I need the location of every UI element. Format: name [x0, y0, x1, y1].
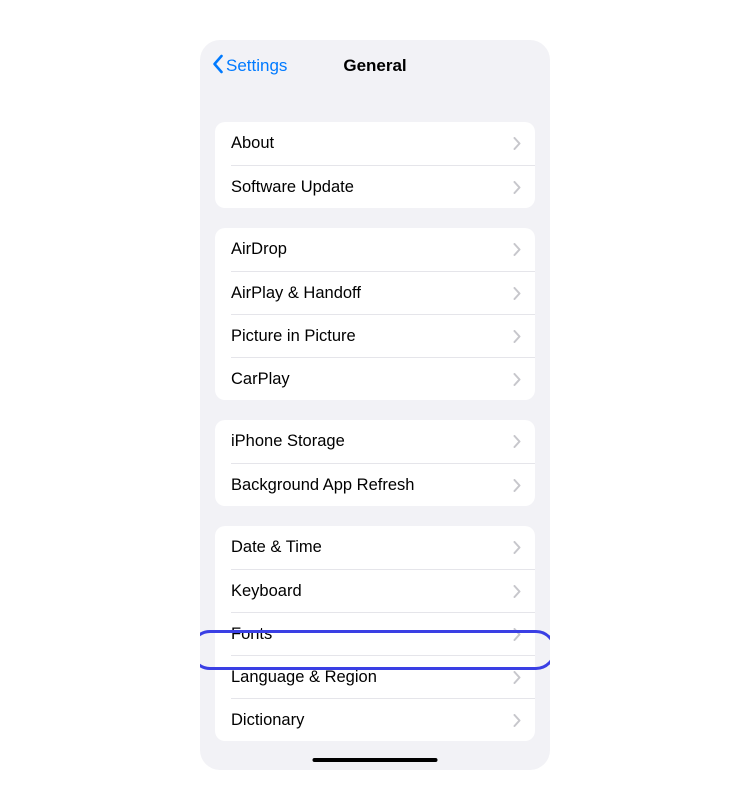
item-label: AirDrop	[231, 240, 287, 259]
chevron-right-icon	[513, 714, 521, 727]
item-language-region[interactable]: Language & Region	[215, 655, 535, 698]
item-iphone-storage[interactable]: iPhone Storage	[215, 420, 535, 463]
chevron-right-icon	[513, 671, 521, 684]
item-carplay[interactable]: CarPlay	[215, 357, 535, 400]
item-airplay-handoff[interactable]: AirPlay & Handoff	[215, 271, 535, 314]
back-button[interactable]: Settings	[212, 54, 287, 79]
item-label: Background App Refresh	[231, 476, 414, 495]
nav-header: Settings General	[200, 40, 550, 92]
item-label: Date & Time	[231, 538, 322, 557]
item-keyboard[interactable]: Keyboard	[215, 569, 535, 612]
chevron-right-icon	[513, 373, 521, 386]
item-fonts[interactable]: Fonts	[215, 612, 535, 655]
settings-general-screen: Settings General About Software Update A…	[200, 40, 550, 770]
item-dictionary[interactable]: Dictionary	[215, 698, 535, 741]
item-airdrop[interactable]: AirDrop	[215, 228, 535, 271]
chevron-left-icon	[212, 54, 224, 79]
item-label: Software Update	[231, 178, 354, 197]
group-storage: iPhone Storage Background App Refresh	[215, 420, 535, 506]
item-label: AirPlay & Handoff	[231, 284, 361, 303]
item-label: Picture in Picture	[231, 327, 356, 346]
chevron-right-icon	[513, 181, 521, 194]
item-label: About	[231, 134, 274, 153]
item-label: Keyboard	[231, 582, 302, 601]
item-label: CarPlay	[231, 370, 290, 389]
item-label: Fonts	[231, 625, 272, 644]
chevron-right-icon	[513, 330, 521, 343]
chevron-right-icon	[513, 137, 521, 150]
settings-list: About Software Update AirDrop AirPlay & …	[200, 122, 550, 741]
group-continuity: AirDrop AirPlay & Handoff Picture in Pic…	[215, 228, 535, 400]
item-software-update[interactable]: Software Update	[215, 165, 535, 208]
item-about[interactable]: About	[215, 122, 535, 165]
chevron-right-icon	[513, 585, 521, 598]
home-indicator[interactable]	[313, 758, 438, 763]
item-background-app-refresh[interactable]: Background App Refresh	[215, 463, 535, 506]
chevron-right-icon	[513, 287, 521, 300]
group-localization: Date & Time Keyboard Fonts Language & Re…	[215, 526, 535, 741]
page-title: General	[343, 56, 406, 76]
item-label: Language & Region	[231, 668, 377, 687]
back-label: Settings	[226, 56, 287, 76]
group-system: About Software Update	[215, 122, 535, 208]
chevron-right-icon	[513, 243, 521, 256]
item-picture-in-picture[interactable]: Picture in Picture	[215, 314, 535, 357]
chevron-right-icon	[513, 435, 521, 448]
chevron-right-icon	[513, 628, 521, 641]
item-label: iPhone Storage	[231, 432, 345, 451]
item-date-time[interactable]: Date & Time	[215, 526, 535, 569]
item-label: Dictionary	[231, 711, 304, 730]
chevron-right-icon	[513, 479, 521, 492]
chevron-right-icon	[513, 541, 521, 554]
